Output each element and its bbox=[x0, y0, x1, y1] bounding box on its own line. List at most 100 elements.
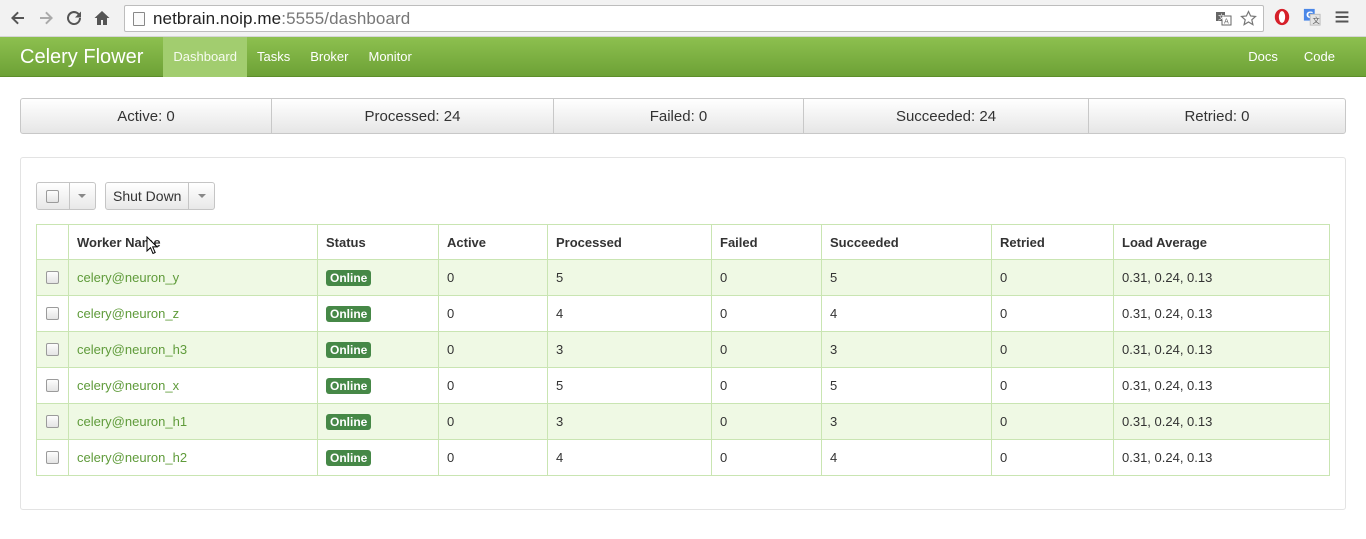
mouse-cursor-icon bbox=[146, 235, 159, 258]
reload-icon[interactable] bbox=[60, 4, 88, 32]
row-checkbox[interactable] bbox=[46, 415, 59, 428]
col-status[interactable]: Status bbox=[317, 224, 439, 260]
col-active[interactable]: Active bbox=[438, 224, 548, 260]
cell-succeeded: 4 bbox=[821, 295, 992, 332]
app-navbar: Celery Flower Dashboard Tasks Broker Mon… bbox=[0, 36, 1366, 77]
nav-monitor[interactable]: Monitor bbox=[359, 37, 422, 77]
nav-code[interactable]: Code bbox=[1291, 37, 1348, 77]
menu-icon[interactable] bbox=[1332, 7, 1352, 27]
shutdown-button-group: Shut Down bbox=[105, 182, 215, 210]
cell-active: 0 bbox=[438, 439, 548, 476]
brand-title[interactable]: Celery Flower bbox=[0, 37, 163, 77]
cell-processed: 3 bbox=[547, 403, 712, 440]
cell-failed: 0 bbox=[711, 439, 822, 476]
cell-load-average: 0.31, 0.24, 0.13 bbox=[1113, 403, 1330, 440]
caret-down-icon bbox=[78, 194, 87, 198]
status-badge: Online bbox=[326, 413, 372, 430]
cell-load-average: 0.31, 0.24, 0.13 bbox=[1113, 295, 1330, 332]
page-icon bbox=[133, 11, 145, 26]
cell-active: 0 bbox=[438, 331, 548, 368]
worker-name-link[interactable]: celery@neuron_h2 bbox=[77, 450, 187, 465]
nav-docs[interactable]: Docs bbox=[1235, 37, 1291, 77]
col-succeeded[interactable]: Succeeded bbox=[821, 224, 992, 260]
cell-failed: 0 bbox=[711, 295, 822, 332]
col-load-average[interactable]: Load Average bbox=[1113, 224, 1330, 260]
col-retried[interactable]: Retried bbox=[991, 224, 1114, 260]
table-row: celery@neuron_z Online 0 4 0 4 0 0.31, 0… bbox=[36, 295, 1330, 332]
status-badge: Online bbox=[326, 269, 372, 286]
worker-name-link[interactable]: celery@neuron_h1 bbox=[77, 414, 187, 429]
cell-retried: 0 bbox=[991, 439, 1114, 476]
google-translate-icon[interactable]: G文 bbox=[1302, 7, 1322, 27]
cell-succeeded: 3 bbox=[821, 403, 992, 440]
shutdown-button[interactable]: Shut Down bbox=[106, 183, 188, 209]
status-badge: Online bbox=[326, 341, 372, 358]
cell-succeeded: 3 bbox=[821, 331, 992, 368]
cell-processed: 4 bbox=[547, 439, 712, 476]
table-row: celery@neuron_x Online 0 5 0 5 0 0.31, 0… bbox=[36, 367, 1330, 404]
cell-failed: 0 bbox=[711, 367, 822, 404]
stat-failed[interactable]: Failed: 0 bbox=[554, 99, 804, 133]
stat-succeeded[interactable]: Succeeded: 24 bbox=[804, 99, 1089, 133]
select-all-button-group bbox=[36, 182, 96, 210]
status-badge: Online bbox=[326, 377, 372, 394]
home-icon[interactable] bbox=[88, 4, 116, 32]
cell-retried: 0 bbox=[991, 331, 1114, 368]
svg-text:文: 文 bbox=[1312, 16, 1319, 25]
row-checkbox[interactable] bbox=[46, 307, 59, 320]
forward-icon[interactable] bbox=[32, 4, 60, 32]
worker-name-link[interactable]: celery@neuron_h3 bbox=[77, 342, 187, 357]
cell-active: 0 bbox=[438, 259, 548, 296]
address-bar[interactable]: netbrain.noip.me:5555/dashboard 文A bbox=[124, 5, 1264, 32]
bookmark-star-icon[interactable] bbox=[1240, 10, 1257, 30]
opera-icon[interactable] bbox=[1272, 7, 1292, 27]
status-badge: Online bbox=[326, 449, 372, 466]
nav-tasks[interactable]: Tasks bbox=[247, 37, 300, 77]
back-icon[interactable] bbox=[4, 4, 32, 32]
cell-retried: 0 bbox=[991, 295, 1114, 332]
cell-processed: 3 bbox=[547, 331, 712, 368]
stat-active[interactable]: Active: 0 bbox=[21, 99, 272, 133]
workers-panel: Shut Down Worker Name Status Active Proc… bbox=[20, 157, 1346, 510]
col-worker-name[interactable]: Worker Name bbox=[68, 224, 318, 260]
cell-load-average: 0.31, 0.24, 0.13 bbox=[1113, 367, 1330, 404]
cell-succeeded: 4 bbox=[821, 439, 992, 476]
nav-dashboard[interactable]: Dashboard bbox=[163, 36, 247, 77]
cell-processed: 5 bbox=[547, 367, 712, 404]
translate-icon[interactable]: 文A bbox=[1215, 10, 1232, 30]
cell-load-average: 0.31, 0.24, 0.13 bbox=[1113, 259, 1330, 296]
cell-active: 0 bbox=[438, 295, 548, 332]
select-all-checkbox[interactable] bbox=[37, 183, 69, 209]
row-checkbox[interactable] bbox=[46, 343, 59, 356]
cell-load-average: 0.31, 0.24, 0.13 bbox=[1113, 331, 1330, 368]
workers-table: Worker Name Status Active Processed Fail… bbox=[36, 224, 1330, 476]
col-failed[interactable]: Failed bbox=[711, 224, 822, 260]
table-row: celery@neuron_h3 Online 0 3 0 3 0 0.31, … bbox=[36, 331, 1330, 368]
worker-name-link[interactable]: celery@neuron_y bbox=[77, 270, 179, 285]
cell-failed: 0 bbox=[711, 331, 822, 368]
shutdown-dropdown-toggle[interactable] bbox=[189, 183, 214, 209]
cell-retried: 0 bbox=[991, 367, 1114, 404]
cell-succeeded: 5 bbox=[821, 367, 992, 404]
col-processed[interactable]: Processed bbox=[547, 224, 712, 260]
row-checkbox[interactable] bbox=[46, 451, 59, 464]
status-badge: Online bbox=[326, 305, 372, 322]
row-checkbox[interactable] bbox=[46, 271, 59, 284]
cell-active: 0 bbox=[438, 367, 548, 404]
worker-name-link[interactable]: celery@neuron_x bbox=[77, 378, 179, 393]
header-checkbox-cell bbox=[36, 224, 69, 260]
table-row: celery@neuron_y Online 0 5 0 5 0 0.31, 0… bbox=[36, 259, 1330, 296]
table-row: celery@neuron_h2 Online 0 4 0 4 0 0.31, … bbox=[36, 439, 1330, 476]
row-checkbox[interactable] bbox=[46, 379, 59, 392]
stat-processed[interactable]: Processed: 24 bbox=[272, 99, 554, 133]
nav-broker[interactable]: Broker bbox=[300, 37, 358, 77]
stat-retried[interactable]: Retried: 0 bbox=[1089, 99, 1345, 133]
table-header-row: Worker Name Status Active Processed Fail… bbox=[36, 224, 1330, 260]
stats-bar: Active: 0 Processed: 24 Failed: 0 Succee… bbox=[20, 98, 1346, 134]
cell-processed: 4 bbox=[547, 295, 712, 332]
svg-text:A: A bbox=[1224, 18, 1229, 26]
select-dropdown-toggle[interactable] bbox=[70, 183, 95, 209]
worker-name-link[interactable]: celery@neuron_z bbox=[77, 306, 179, 321]
cell-retried: 0 bbox=[991, 403, 1114, 440]
cell-active: 0 bbox=[438, 403, 548, 440]
